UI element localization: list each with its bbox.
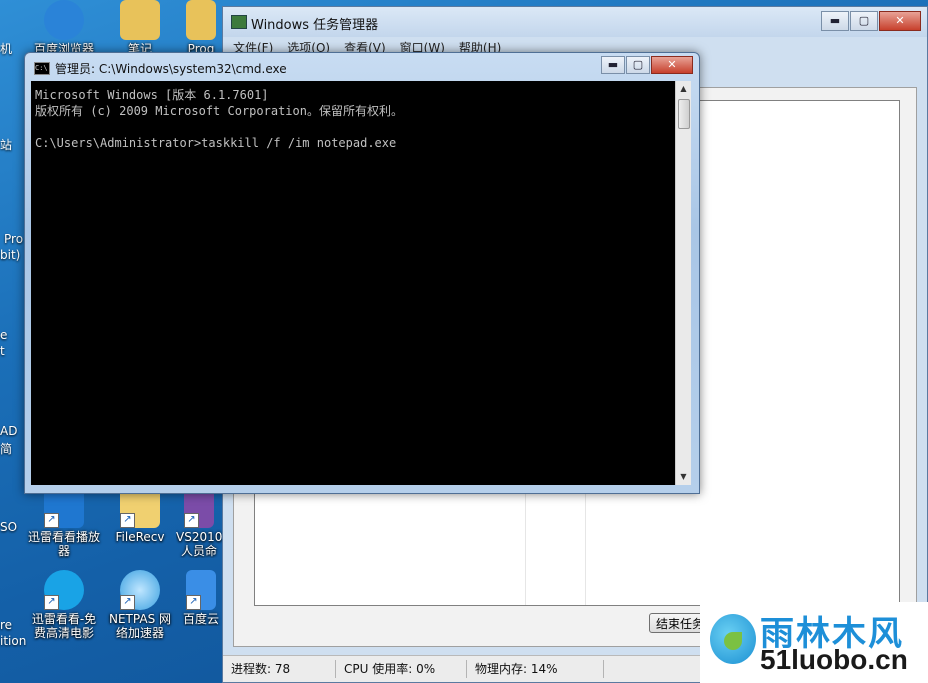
close-button[interactable]: ✕ bbox=[651, 56, 693, 74]
scrollbar-thumb[interactable] bbox=[678, 99, 690, 129]
hd-player-icon: ↗ bbox=[44, 570, 84, 610]
desktop-icon-prog[interactable]: Prog bbox=[180, 0, 222, 56]
maximize-button[interactable]: ▢ bbox=[626, 56, 650, 74]
cmd-window[interactable]: C:\ 管理员: C:\Windows\system32\cmd.exe ▬ ▢… bbox=[24, 52, 700, 494]
console-line: 版权所有 (c) 2009 Microsoft Corporation。保留所有… bbox=[35, 104, 403, 118]
desktop-icon-label: FileRecv bbox=[115, 530, 165, 544]
status-cpu: CPU 使用率: 0% bbox=[336, 660, 467, 678]
watermark-logo: 雨林木风 51luobo.cn bbox=[700, 602, 928, 683]
desktop-icon-label: NETPAS 网络加速器 bbox=[109, 612, 171, 640]
desktop-edge-label: 站 bbox=[0, 138, 13, 152]
desktop-edge-label: SO bbox=[0, 520, 18, 534]
shortcut-arrow-icon: ↗ bbox=[184, 513, 199, 528]
folder-icon bbox=[186, 0, 216, 40]
minimize-button[interactable]: ▬ bbox=[821, 11, 849, 31]
status-memory: 物理内存: 14% bbox=[467, 660, 604, 678]
task-manager-title: Windows 任务管理器 bbox=[251, 18, 379, 33]
desktop-edge-label: 机 bbox=[0, 42, 13, 56]
shortcut-arrow-icon: ↗ bbox=[186, 595, 201, 610]
scroll-down-arrow-icon[interactable]: ▼ bbox=[676, 469, 691, 485]
browser-icon bbox=[44, 0, 84, 40]
console-line: C:\Users\Administrator>taskkill /f /im n… bbox=[35, 136, 397, 150]
desktop-icon-vs2010[interactable]: ↗ VS2010人员命 bbox=[176, 488, 222, 558]
minimize-button[interactable]: ▬ bbox=[601, 56, 625, 74]
desktop-edge-label: t bbox=[0, 344, 5, 358]
desktop-icon-baidu-browser[interactable]: 百度浏览器 bbox=[28, 0, 100, 56]
desktop-icon-xunlei-movies[interactable]: ↗ 迅雷看看-免费高清电影 bbox=[28, 570, 100, 640]
folder-icon: ↗ bbox=[120, 488, 160, 528]
scroll-up-arrow-icon[interactable]: ▲ bbox=[676, 81, 691, 97]
desktop-edge-label: e bbox=[0, 328, 8, 342]
player-icon: ↗ bbox=[44, 488, 84, 528]
shortcut-arrow-icon: ↗ bbox=[120, 595, 135, 610]
task-manager-titlebar[interactable]: Windows 任务管理器 ▬ ▢ ✕ bbox=[223, 7, 927, 37]
desktop-edge-label: AD bbox=[0, 424, 18, 438]
ylmf-logo-icon bbox=[710, 614, 756, 664]
maximize-button[interactable]: ▢ bbox=[850, 11, 878, 31]
shortcut-arrow-icon: ↗ bbox=[44, 513, 59, 528]
desktop-icon-xunlei-player[interactable]: ↗ 迅雷看看播放器 bbox=[28, 488, 100, 558]
desktop-icon-netpas[interactable]: ↗ NETPAS 网络加速器 bbox=[104, 570, 176, 640]
shortcut-arrow-icon: ↗ bbox=[120, 513, 135, 528]
cmd-title: 管理员: C:\Windows\system32\cmd.exe bbox=[55, 62, 287, 76]
desktop-icon-label: 迅雷看看-免费高清电影 bbox=[31, 612, 97, 640]
desktop-edge-label: ition bbox=[0, 634, 27, 648]
desktop-icon-label: VS2010人员命 bbox=[176, 530, 222, 558]
close-button[interactable]: ✕ bbox=[879, 11, 921, 31]
visual-studio-icon: ↗ bbox=[184, 488, 214, 528]
cloud-icon: ↗ bbox=[186, 570, 216, 610]
console-line: ​ bbox=[35, 119, 671, 135]
desktop-edge-label: bit) bbox=[0, 248, 21, 262]
desktop-edge-label: 简 bbox=[0, 442, 13, 456]
console-output[interactable]: Microsoft Windows [版本 6.1.7601] 版权所有 (c) … bbox=[31, 81, 675, 485]
desktop-icon-label: 百度云 bbox=[182, 612, 219, 626]
cmd-icon: C:\ bbox=[34, 62, 50, 75]
watermark-url-text: 51luobo.cn bbox=[760, 644, 908, 675]
desktop-icon-filerecv[interactable]: ↗ FileRecv bbox=[104, 488, 176, 544]
status-processes: 进程数: 78 bbox=[223, 660, 336, 678]
shortcut-arrow-icon: ↗ bbox=[44, 595, 59, 610]
desktop-edge-label: re bbox=[0, 618, 13, 632]
console-scrollbar[interactable]: ▲ ▼ bbox=[675, 81, 691, 485]
desktop-icon-notes[interactable]: 笔记 bbox=[104, 0, 176, 56]
desktop-icon-baidu-cloud[interactable]: ↗ 百度云 bbox=[180, 570, 222, 626]
cmd-titlebar[interactable]: C:\ 管理员: C:\Windows\system32\cmd.exe ▬ ▢… bbox=[25, 53, 699, 81]
console-line: Microsoft Windows [版本 6.1.7601] bbox=[35, 88, 269, 102]
folder-icon bbox=[120, 0, 160, 40]
desktop-edge-label: Pro bbox=[4, 232, 24, 246]
desktop-icon-label: 迅雷看看播放器 bbox=[28, 530, 101, 558]
task-manager-icon bbox=[231, 15, 247, 29]
globe-icon: ↗ bbox=[120, 570, 160, 610]
